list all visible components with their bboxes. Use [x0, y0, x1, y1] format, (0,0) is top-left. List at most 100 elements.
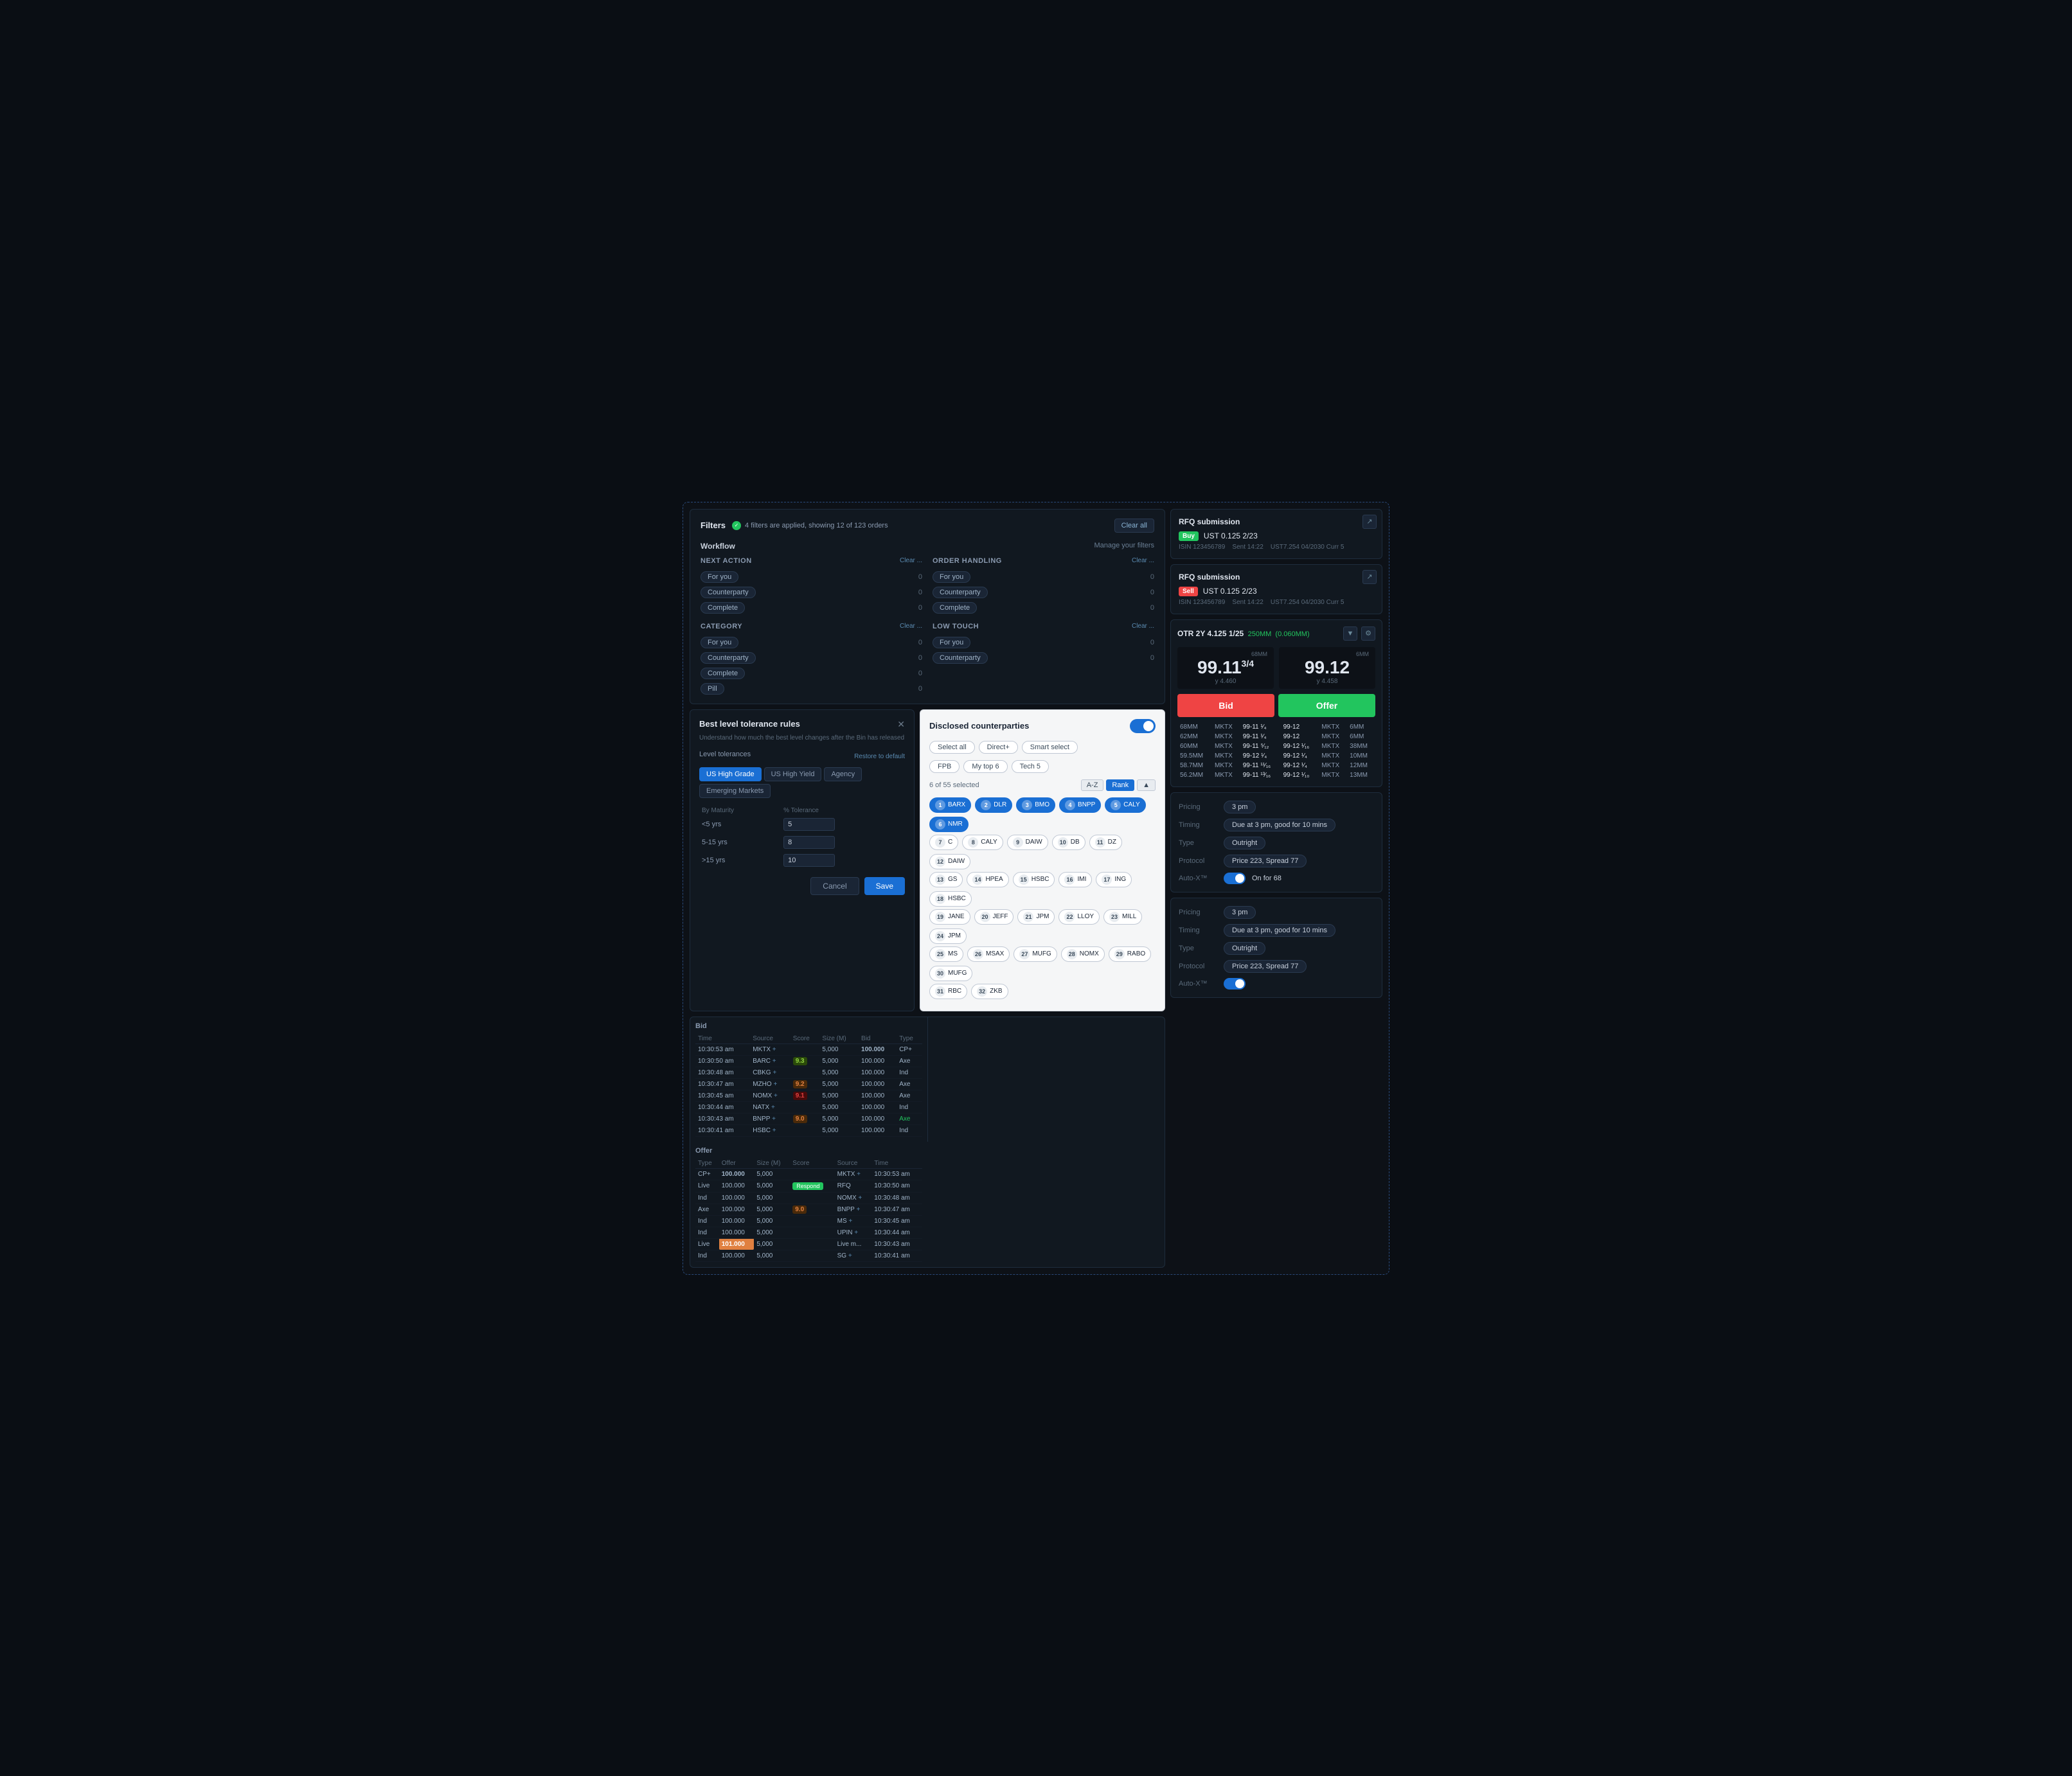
filter-tag[interactable]: Counterparty	[701, 652, 756, 664]
tolerance-close-button[interactable]: ✕	[897, 719, 905, 730]
my-top-6-tag[interactable]: My top 6	[963, 760, 1007, 773]
tolerance-restore-link[interactable]: Restore to default	[854, 753, 905, 760]
tab-emerging-markets[interactable]: Emerging Markets	[699, 784, 771, 798]
filter-clear-low-touch[interactable]: Clear ...	[1132, 623, 1154, 630]
otr-settings-button[interactable]: ⚙	[1361, 626, 1375, 641]
smart-select-button[interactable]: Smart select	[1022, 741, 1078, 754]
tolerance-input-1[interactable]	[783, 836, 835, 849]
tolerance-input-0[interactable]	[783, 818, 835, 831]
cp-chip-bmo[interactable]: 3 BMO	[1016, 797, 1055, 813]
filter-clear-category[interactable]: Clear ...	[900, 623, 922, 630]
cp-collapse-button[interactable]: ▲	[1137, 779, 1156, 791]
cp-chip-nmr[interactable]: 6 NMR	[929, 817, 969, 832]
filter-status-text: 4 filters are applied, showing 12 of 123…	[745, 522, 888, 529]
cp-chip-msax[interactable]: 26MSAX	[967, 946, 1010, 962]
cp-chip-imi[interactable]: 16IMI	[1058, 872, 1092, 887]
filter-tag[interactable]: Complete	[701, 668, 745, 679]
cp-chip-rabo[interactable]: 29RABO	[1109, 946, 1151, 962]
tolerance-input-2[interactable]	[783, 854, 835, 867]
cp-chip-caly[interactable]: 5 CALY	[1105, 797, 1145, 813]
cp-chip-daiw[interactable]: 9DAIW	[1007, 835, 1048, 850]
cp-chip-jpm[interactable]: 21JPM	[1017, 909, 1055, 925]
cp-chip-lloy[interactable]: 22LLOY	[1058, 909, 1100, 925]
cp-chip-bnpp[interactable]: 4 BNPP	[1059, 797, 1101, 813]
filter-clear-order-handling[interactable]: Clear ...	[1132, 557, 1154, 564]
cp-chip-rbc[interactable]: 31RBC	[929, 984, 967, 999]
otr-dropdown-button[interactable]: ▼	[1343, 626, 1357, 641]
filter-count: 0	[918, 573, 922, 581]
cp-chip-dlr[interactable]: 2 DLR	[975, 797, 1012, 813]
select-all-button[interactable]: Select all	[929, 741, 975, 754]
filter-tag[interactable]: Complete	[701, 602, 745, 614]
cp-chip-jeff[interactable]: 20JEFF	[974, 909, 1014, 925]
cp-chip-mill[interactable]: 23MILL	[1103, 909, 1142, 925]
cp-chip-hsbc[interactable]: 15HSBC	[1013, 872, 1055, 887]
cp-chip-mufg[interactable]: 27MUFG	[1014, 946, 1057, 962]
filter-group-title: Low touch	[933, 623, 979, 630]
filter-tag[interactable]: Counterparty	[933, 587, 988, 598]
sort-az-button[interactable]: A-Z	[1081, 779, 1104, 791]
table-row: Axe 100.000 5,000 9.0 BNPP + 10:30:47 am	[695, 1203, 922, 1215]
auto-x-toggle[interactable]	[1224, 873, 1246, 884]
other-chips-row-1: 7C 8CALY 9DAIW 10DB 11DZ 12DAIW	[929, 835, 1156, 869]
tab-agency[interactable]: Agency	[824, 767, 862, 781]
fpb-tag[interactable]: FPB	[929, 760, 960, 773]
main-container: Filters ✓ 4 filters are applied, showing…	[683, 502, 1389, 1275]
score-badge: 9.0	[792, 1205, 807, 1214]
rfq-meta-1: ISIN 123456789 Sent 14:22 UST7.254 04/20…	[1179, 544, 1374, 551]
cancel-button[interactable]: Cancel	[810, 877, 859, 895]
rfq-title-2: RFQ submission	[1179, 573, 1374, 582]
pricing-card-1: Pricing 3 pm Timing Due at 3 pm, good fo…	[1170, 792, 1382, 892]
offer-label: Offer	[695, 1147, 922, 1155]
cp-chip-jane[interactable]: 19JANE	[929, 909, 970, 925]
table-row: 10:30:43 am BNPP + 9.0 5,000 100.000 Axe	[695, 1113, 922, 1124]
cp-chip-mufg2[interactable]: 30MUFG	[929, 966, 972, 981]
rfq-expand-button-2[interactable]: ↗	[1362, 570, 1377, 584]
filter-tag[interactable]: Counterparty	[701, 587, 756, 598]
filter-tag[interactable]: Complete	[933, 602, 977, 614]
filter-tag[interactable]: Pill	[701, 683, 724, 695]
save-button[interactable]: Save	[864, 877, 905, 895]
cp-chip-c[interactable]: 7C	[929, 835, 958, 850]
cp-chip-zkb[interactable]: 32ZKB	[971, 984, 1008, 999]
cp-chip-barx[interactable]: 1 BARX	[929, 797, 971, 813]
cp-chip-ms[interactable]: 25MS	[929, 946, 963, 962]
filter-tag[interactable]: For you	[701, 637, 738, 648]
filter-tag[interactable]: Counterparty	[933, 652, 988, 664]
cp-chip-gs[interactable]: 13GS	[929, 872, 963, 887]
cp-chip-db[interactable]: 10DB	[1052, 835, 1085, 850]
rfq-expand-button-1[interactable]: ↗	[1362, 515, 1377, 529]
filter-clear-next-action[interactable]: Clear ...	[900, 557, 922, 564]
col-source: Source	[750, 1034, 790, 1044]
bid-button[interactable]: Bid	[1177, 694, 1274, 717]
filter-tag[interactable]: For you	[701, 571, 738, 583]
sort-rank-button[interactable]: Rank	[1106, 779, 1134, 791]
direct-plus-button[interactable]: Direct+	[979, 741, 1018, 754]
left-panel: Filters ✓ 4 filters are applied, showing…	[690, 509, 1165, 1268]
table-row: Ind 100.000 5,000 MS + 10:30:45 am	[695, 1215, 922, 1227]
table-row: 10:30:48 am CBKG + 5,000 100.000 Ind	[695, 1067, 922, 1078]
cp-chip-dz[interactable]: 11DZ	[1089, 835, 1122, 850]
cp-chip-ing[interactable]: 17ING	[1096, 872, 1132, 887]
tab-us-high-yield[interactable]: US High Yield	[764, 767, 822, 781]
otr-title: OTR 2Y 4.125 1/25	[1177, 629, 1244, 638]
tech-5-tag[interactable]: Tech 5	[1012, 760, 1049, 773]
cp-chip-daiw2[interactable]: 12DAIW	[929, 854, 970, 869]
cp-chip-nomx[interactable]: 28NOMX	[1061, 946, 1105, 962]
cp-chip-hsbc2[interactable]: 18HSBC	[929, 891, 972, 907]
cp-chip-jpm2[interactable]: 24JPM	[929, 928, 967, 944]
respond-button[interactable]: Respond	[792, 1182, 823, 1190]
filter-tag[interactable]: For you	[933, 571, 970, 583]
filter-tag[interactable]: For you	[933, 637, 970, 648]
tab-us-high-grade[interactable]: US High Grade	[699, 767, 762, 781]
auto-x-toggle-2[interactable]	[1224, 978, 1246, 990]
filter-group-next-action-header: Next action Clear ...	[701, 557, 922, 565]
cp-toggle[interactable]	[1130, 719, 1156, 733]
col-size: Size (M)	[819, 1034, 859, 1044]
cp-chip-caly2[interactable]: 8CALY	[962, 835, 1003, 850]
clear-all-button[interactable]: Clear all	[1114, 519, 1154, 533]
cp-chip-hpea[interactable]: 14HPEA	[967, 872, 1008, 887]
offer-button[interactable]: Offer	[1278, 694, 1375, 717]
type-label: Type	[1179, 839, 1217, 847]
table-row: >15 yrs	[699, 851, 905, 869]
